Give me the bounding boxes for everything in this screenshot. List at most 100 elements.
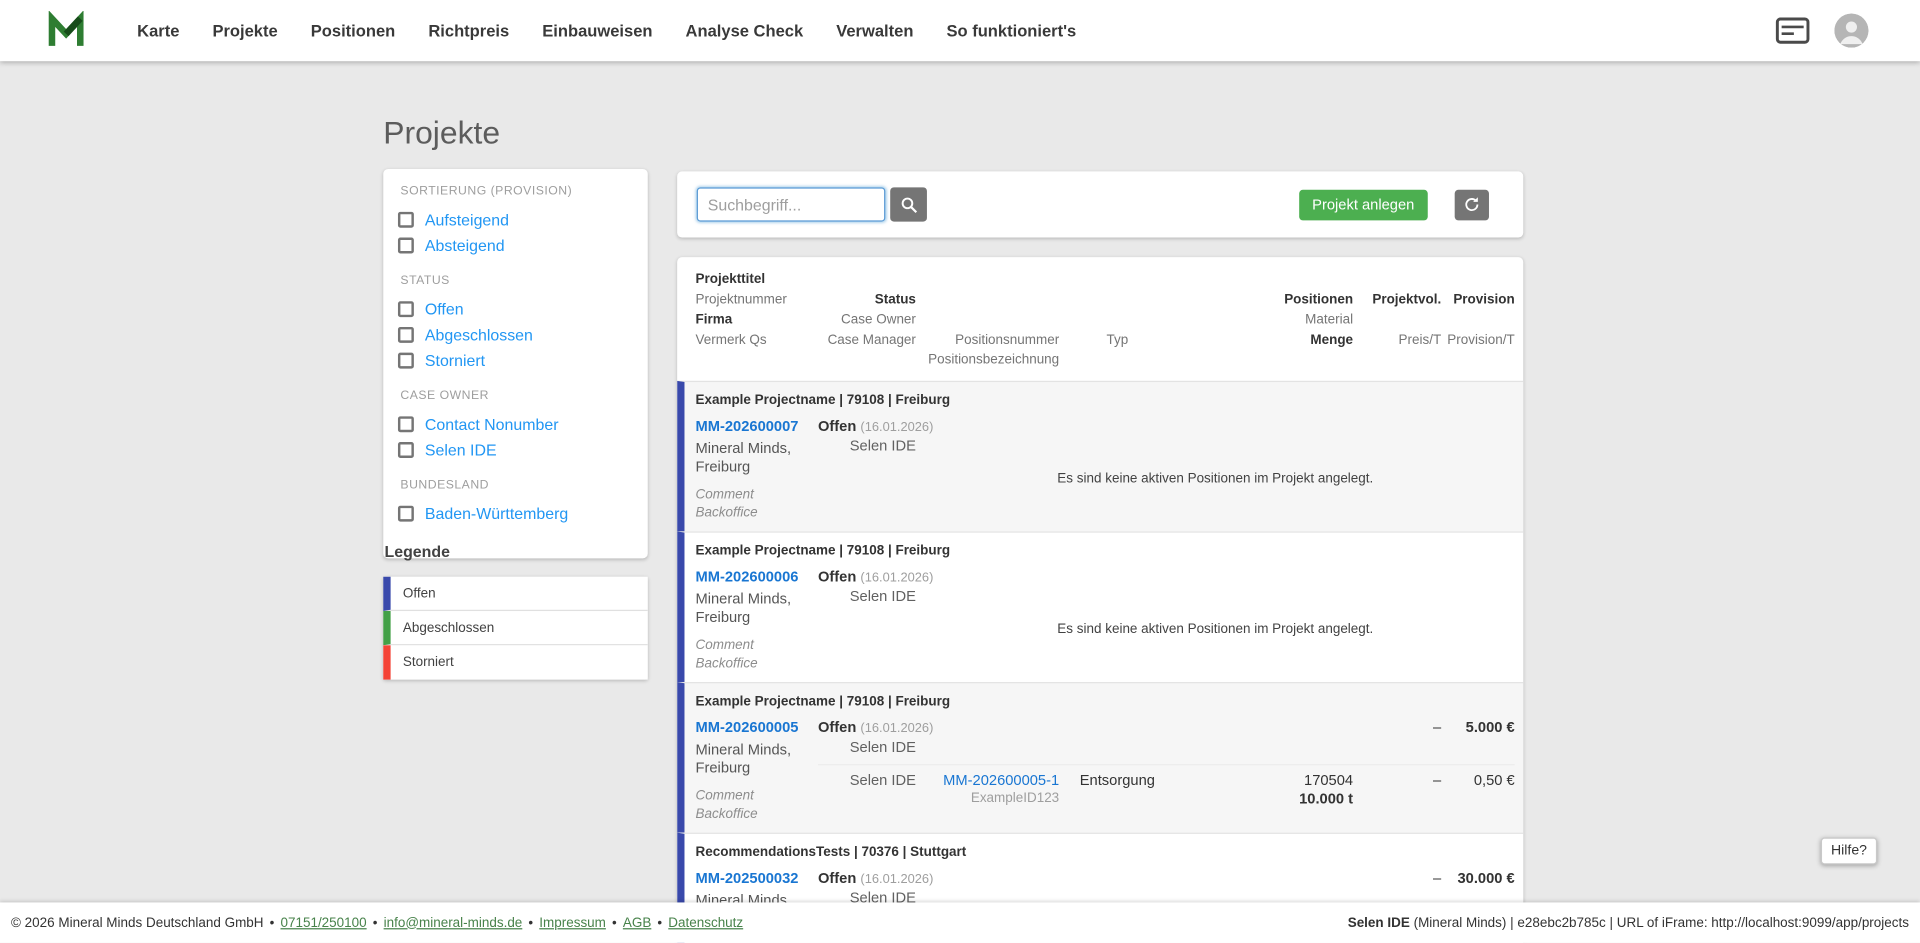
footer-impressum-link[interactable]: Impressum <box>539 915 606 930</box>
footer-datenschutz-link[interactable]: Datenschutz <box>668 915 743 930</box>
footer-session-info: Selen IDE (Mineral Minds) | e28ebc2b785c… <box>1348 915 1909 930</box>
top-navigation: Karte Projekte Positionen Richtpreis Ein… <box>0 0 1920 62</box>
filter-option-label[interactable]: Selen IDE <box>425 437 497 463</box>
projects-table: Projekttitel Projektnummer Firma Vermerk… <box>677 257 1524 943</box>
nav-item-analyse-check[interactable]: Analyse Check <box>686 21 804 39</box>
project-number-link[interactable]: MM-202500032 <box>696 869 818 887</box>
nav-menu: Karte Projekte Positionen Richtpreis Ein… <box>137 21 1076 39</box>
project-backoffice: Backoffice <box>695 505 758 521</box>
filter-option-selen-ide[interactable]: Selen IDE <box>397 437 633 463</box>
project-number-link[interactable]: MM-202600006 <box>696 568 818 586</box>
filter-option-absteigend[interactable]: Absteigend <box>397 233 633 259</box>
checkbox-absteigend[interactable] <box>397 237 414 254</box>
project-summary-row: Offen (16.01.2026) Selen IDE <box>818 568 1515 606</box>
nav-item-richtpreis[interactable]: Richtpreis <box>428 21 509 39</box>
project-backoffice: Backoffice <box>695 806 758 822</box>
project-title: Example Projectname | 79108 | Freiburg <box>695 543 951 558</box>
checkbox-abgeschlossen[interactable] <box>397 326 414 343</box>
footer-agb-link[interactable]: AGB <box>623 915 651 930</box>
search-input[interactable] <box>696 187 886 222</box>
checkbox-selen-ide[interactable] <box>397 442 414 458</box>
case-owner: Selen IDE <box>849 737 916 755</box>
search-toolbar: Projekt anlegen <box>677 171 1524 238</box>
filter-option-offen[interactable]: Offen <box>397 296 633 322</box>
project-title: RecommendationsTests | 70376 | Stuttgart <box>695 844 967 859</box>
case-owner: Selen IDE <box>849 587 916 605</box>
checkbox-storniert[interactable] <box>397 352 414 369</box>
project-row: Example Projectname | 79108 | Freiburg M… <box>677 681 1524 833</box>
checkbox-aufsteigend[interactable] <box>397 211 414 228</box>
status-label: Offen <box>817 718 857 736</box>
project-comment: Comment <box>695 486 754 502</box>
col-positionen: Positionen Material Menge <box>1284 292 1354 348</box>
filter-option-aufsteigend[interactable]: Aufsteigend <box>397 207 633 233</box>
legend-item-abgeschlossen: Abgeschlossen <box>383 611 648 646</box>
checkbox-contact-nonumber[interactable] <box>397 416 414 433</box>
filter-option-label[interactable]: Baden-Württemberg <box>425 501 568 527</box>
filter-option-contact-nonumber[interactable]: Contact Nonumber <box>397 411 633 437</box>
footer-email-link[interactable]: info@mineral-minds.de <box>384 915 523 930</box>
nav-item-karte[interactable]: Karte <box>137 21 179 39</box>
filter-section-label: BUNDESLAND <box>400 478 490 493</box>
mineral-minds-logo-icon[interactable] <box>47 11 86 50</box>
filter-section-label: SORTIERUNG (PROVISION) <box>400 184 573 199</box>
user-avatar-icon[interactable] <box>1834 13 1869 48</box>
footer-separator: • <box>612 915 617 931</box>
project-title: Example Projectname | 79108 | Freiburg <box>695 392 951 408</box>
col-status: Status Case Owner Case Manager <box>827 292 916 348</box>
search-button[interactable] <box>890 187 927 222</box>
case-owner: Selen IDE <box>849 436 916 454</box>
projektvol-total: – <box>1433 868 1442 886</box>
filter-option-label[interactable]: Offen <box>425 296 464 322</box>
nav-item-positionen[interactable]: Positionen <box>311 21 396 39</box>
project-location: Freiburg <box>695 759 751 777</box>
search-icon <box>901 196 917 213</box>
filter-option-label[interactable]: Storniert <box>425 348 485 374</box>
filter-section-sortierung: SORTIERUNG (PROVISION) Aufsteigend Abste… <box>397 184 633 259</box>
status-label: Offen <box>817 416 857 435</box>
footer-separator: • <box>372 915 378 931</box>
checkbox-offen[interactable] <box>397 301 414 318</box>
project-row: Example Projectname | 79108 | Freiburg M… <box>677 380 1524 531</box>
footer-session-user: Selen IDE <box>1347 915 1410 931</box>
project-summary-row: Offen (16.01.2026) Selen IDE – 5.000 € <box>818 718 1515 756</box>
legend-item-storniert: Storniert <box>383 645 648 680</box>
provision-total: 30.000 € <box>1457 868 1515 886</box>
position-number-link[interactable]: MM-202600005-1 <box>943 771 1059 788</box>
nav-item-projekte[interactable]: Projekte <box>212 21 277 39</box>
filter-section-bundesland: BUNDESLAND Baden-Württemberg <box>397 478 633 527</box>
footer-copyright: © 2026 Mineral Minds Deutschland GmbH <box>11 915 264 931</box>
col-projektvol: Projektvol. Preis/T <box>1372 292 1442 348</box>
table-header: Projekttitel Projektnummer Firma Vermerk… <box>677 257 1523 380</box>
filter-option-label[interactable]: Absteigend <box>425 233 505 259</box>
legend-item-label: Offen <box>402 585 436 601</box>
checkbox-baden-wuerttemberg[interactable] <box>397 505 414 522</box>
filter-option-storniert[interactable]: Storniert <box>397 348 633 374</box>
project-comment: Comment <box>695 787 754 803</box>
position-typ: Entsorgung <box>1079 770 1155 788</box>
create-project-button[interactable]: Projekt anlegen <box>1298 189 1428 220</box>
footer-phone-link[interactable]: 07151/250100 <box>280 915 366 930</box>
filter-option-baden-wuerttemberg[interactable]: Baden-Württemberg <box>397 501 633 527</box>
project-company: Mineral Minds, <box>695 589 792 607</box>
refresh-button[interactable] <box>1454 189 1489 220</box>
filter-option-label[interactable]: Aufsteigend <box>425 207 509 233</box>
help-button[interactable]: Hilfe? <box>1820 837 1878 865</box>
filter-option-label[interactable]: Abgeschlossen <box>425 322 533 348</box>
nav-right-actions <box>1775 13 1869 48</box>
project-info: MM-202600006 Mineral Minds, Freiburg Com… <box>696 568 818 675</box>
filter-option-abgeschlossen[interactable]: Abgeschlossen <box>397 322 633 348</box>
legend-title: Legende <box>384 542 450 561</box>
project-number-link[interactable]: MM-202600005 <box>696 718 818 736</box>
position-case-manager: Selen IDE <box>849 770 916 788</box>
nav-item-so-funktionierts[interactable]: So funktioniert's <box>946 21 1076 39</box>
filter-option-label[interactable]: Contact Nonumber <box>425 411 559 437</box>
nav-item-verwalten[interactable]: Verwalten <box>836 21 913 39</box>
project-summary-row: Offen (16.01.2026) Selen IDE <box>818 417 1515 455</box>
nav-item-einbauweisen[interactable]: Einbauweisen <box>542 21 652 39</box>
project-number-link[interactable]: MM-202600007 <box>696 417 818 435</box>
footer-left: © 2026 Mineral Minds Deutschland GmbH • … <box>11 915 743 930</box>
server-icon[interactable] <box>1775 17 1810 44</box>
filter-section-case-owner: CASE OWNER Contact Nonumber Selen IDE <box>397 389 633 463</box>
project-row: Example Projectname | 79108 | Freiburg M… <box>677 530 1524 682</box>
